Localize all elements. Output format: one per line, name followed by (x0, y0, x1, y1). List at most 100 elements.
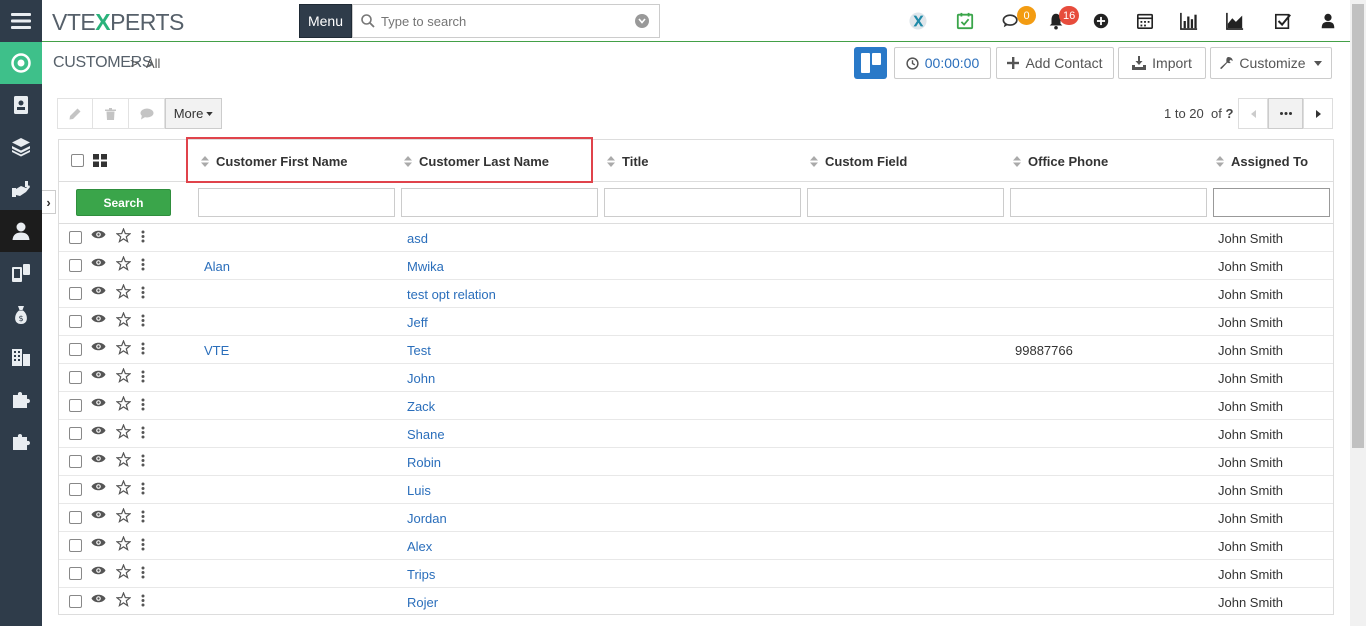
search-input[interactable] (381, 13, 631, 29)
row-menu-vertical-dots-icon[interactable] (141, 370, 145, 383)
star-icon[interactable] (116, 424, 131, 439)
eye-icon[interactable] (91, 425, 106, 436)
star-icon[interactable] (116, 592, 131, 607)
layers-icon[interactable] (0, 126, 42, 168)
row-menu-vertical-dots-icon[interactable] (141, 286, 145, 299)
table-row[interactable]: Jeff John Smith (59, 308, 1333, 336)
add-contact-button[interactable]: Add Contact (996, 47, 1114, 79)
cell-last-name[interactable]: John (407, 371, 435, 386)
cell-last-name[interactable]: Mwika (407, 259, 444, 274)
star-icon[interactable] (116, 508, 131, 523)
user-profile-icon[interactable] (1318, 11, 1338, 31)
row-checkbox[interactable] (69, 595, 82, 608)
assigned-to-filter-input[interactable] (1213, 188, 1330, 217)
row-checkbox[interactable] (69, 259, 82, 272)
eye-icon[interactable] (91, 313, 106, 324)
eye-icon[interactable] (91, 397, 106, 408)
table-row[interactable]: VTE Test 99887766 John Smith (59, 336, 1333, 364)
eye-icon[interactable] (91, 453, 106, 464)
table-row[interactable]: Alan Mwika John Smith (59, 252, 1333, 280)
row-checkbox[interactable] (69, 567, 82, 580)
customize-button[interactable]: Customize (1210, 47, 1332, 79)
tickets-icon[interactable] (0, 252, 42, 294)
star-icon[interactable] (116, 452, 131, 467)
row-menu-vertical-dots-icon[interactable] (141, 258, 145, 271)
eye-icon[interactable] (91, 537, 106, 548)
table-row[interactable]: asd John Smith (59, 224, 1333, 252)
table-row[interactable]: Alex John Smith (59, 532, 1333, 560)
cell-last-name[interactable]: asd (407, 231, 428, 246)
cell-last-name[interactable]: Robin (407, 455, 441, 470)
office-phone-filter-input[interactable] (1010, 188, 1207, 217)
table-row[interactable]: Jordan John Smith (59, 504, 1333, 532)
vertical-scrollbar[interactable] (1350, 0, 1366, 626)
column-header-office-phone[interactable]: Office Phone (1013, 154, 1108, 169)
search-button[interactable]: Search (76, 189, 171, 216)
table-row[interactable]: Shane John Smith (59, 420, 1333, 448)
sidebar-expand-chevron-icon[interactable]: › (42, 190, 56, 214)
star-icon[interactable] (116, 256, 131, 271)
star-icon[interactable] (116, 368, 131, 383)
cell-last-name[interactable]: Rojer (407, 595, 438, 610)
first-name-filter-input[interactable] (198, 188, 395, 217)
more-dropdown-button[interactable]: More (165, 98, 222, 129)
comment-button[interactable] (129, 98, 165, 129)
tasks-checkbox-icon[interactable] (1273, 11, 1293, 31)
table-row[interactable]: test opt relation John Smith (59, 280, 1333, 308)
edit-button[interactable] (57, 98, 93, 129)
star-icon[interactable] (116, 340, 131, 355)
customers-user-icon[interactable] (0, 210, 42, 252)
cell-last-name[interactable]: test opt relation (407, 287, 496, 302)
table-row[interactable]: Rojer John Smith (59, 588, 1333, 614)
star-icon[interactable] (116, 228, 131, 243)
add-plus-circle-icon[interactable] (1091, 11, 1111, 31)
table-row[interactable]: Zack John Smith (59, 392, 1333, 420)
delete-button[interactable] (93, 98, 129, 129)
table-row[interactable]: Robin John Smith (59, 448, 1333, 476)
row-menu-vertical-dots-icon[interactable] (141, 454, 145, 467)
cell-last-name[interactable]: Trips (407, 567, 435, 582)
row-menu-vertical-dots-icon[interactable] (141, 482, 145, 495)
filter-name[interactable]: All (146, 56, 160, 71)
vtexperts-x-icon[interactable] (908, 11, 928, 31)
row-checkbox[interactable] (69, 455, 82, 468)
custom-field-filter-input[interactable] (807, 188, 1004, 217)
page-jump-button[interactable] (1268, 98, 1303, 129)
row-checkbox[interactable] (69, 539, 82, 552)
eye-icon[interactable] (91, 565, 106, 576)
area-chart-icon[interactable] (1225, 11, 1245, 31)
grid-layout-icon[interactable] (93, 154, 107, 167)
eye-icon[interactable] (91, 481, 106, 492)
row-checkbox[interactable] (69, 315, 82, 328)
kanban-view-button[interactable] (854, 47, 887, 79)
table-row[interactable]: John John Smith (59, 364, 1333, 392)
bar-chart-icon[interactable] (1179, 11, 1199, 31)
cell-first-name[interactable]: VTE (204, 343, 229, 358)
row-menu-vertical-dots-icon[interactable] (141, 510, 145, 523)
row-menu-vertical-dots-icon[interactable] (141, 398, 145, 411)
cell-last-name[interactable]: Test (407, 343, 431, 358)
eye-icon[interactable] (91, 257, 106, 268)
last-name-filter-input[interactable] (401, 188, 598, 217)
row-checkbox[interactable] (69, 231, 82, 244)
star-icon[interactable] (116, 564, 131, 579)
row-menu-vertical-dots-icon[interactable] (141, 230, 145, 243)
organizations-building-icon[interactable] (0, 336, 42, 378)
row-menu-vertical-dots-icon[interactable] (141, 426, 145, 439)
puzzle-piece-icon[interactable] (0, 420, 42, 462)
row-checkbox[interactable] (69, 511, 82, 524)
column-header-custom-field[interactable]: Custom Field (810, 154, 907, 169)
star-icon[interactable] (116, 480, 131, 495)
eye-icon[interactable] (91, 369, 106, 380)
previous-page-button[interactable] (1238, 98, 1268, 129)
table-row[interactable]: Luis John Smith (59, 476, 1333, 504)
eye-icon[interactable] (91, 341, 106, 352)
row-menu-vertical-dots-icon[interactable] (141, 566, 145, 579)
eye-icon[interactable] (91, 509, 106, 520)
star-icon[interactable] (116, 396, 131, 411)
calendar-icon[interactable] (1135, 11, 1155, 31)
title-filter-input[interactable] (604, 188, 801, 217)
star-icon[interactable] (116, 536, 131, 551)
row-checkbox[interactable] (69, 287, 82, 300)
search-dropdown-chevron-icon[interactable] (635, 14, 649, 28)
